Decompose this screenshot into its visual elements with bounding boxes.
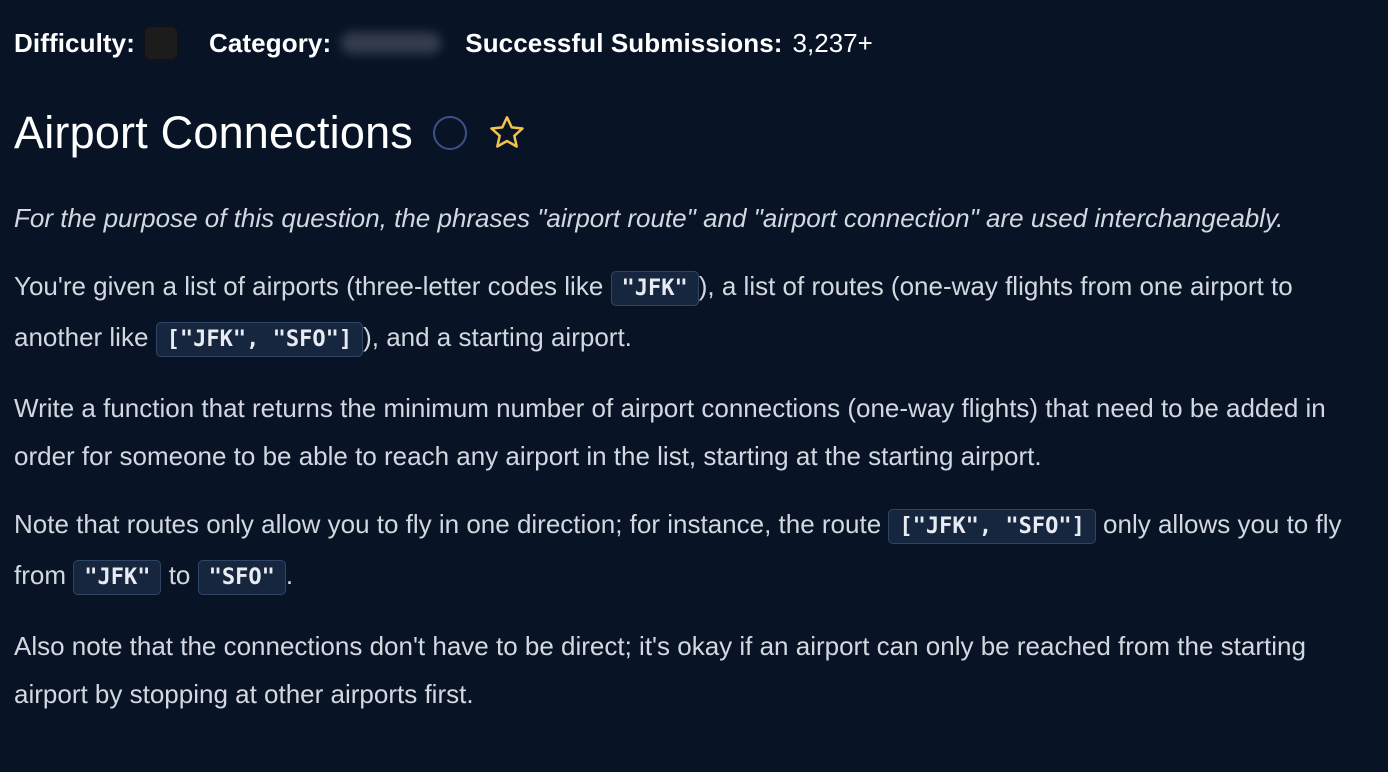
difficulty-indicator — [144, 27, 177, 59]
page-title: Airport Connections — [14, 107, 414, 158]
description-paragraph-direction: Note that routes only allow you to fly i… — [14, 500, 1374, 602]
title-row: Airport Connections — [14, 102, 527, 164]
favorite-star-icon[interactable] — [487, 113, 527, 153]
completion-status-icon[interactable] — [433, 116, 468, 150]
submissions-value: 3,237+ — [792, 27, 873, 58]
problem-meta-bar: Difficulty: Category: Successful Submiss… — [14, 26, 873, 60]
text-segment: to — [161, 560, 198, 590]
code-origin-airport: "JFK" — [73, 560, 162, 595]
code-route-example: ["JFK", "SFO"] — [888, 509, 1096, 544]
intro-note: For the purpose of this question, the ph… — [14, 203, 1284, 233]
text-segment: ), and a starting airport. — [363, 322, 632, 352]
difficulty-label: Difficulty: — [14, 27, 135, 58]
category-value-blurred — [341, 32, 442, 54]
problem-description: For the purpose of this question, the ph… — [14, 194, 1374, 738]
text-segment: . — [285, 560, 294, 590]
category-label: Category: — [208, 27, 332, 58]
description-paragraph-task: Write a function that returns the minimu… — [14, 393, 1326, 471]
description-paragraph-indirect: Also note that the connections don't hav… — [14, 631, 1306, 709]
description-paragraph-routes: You're given a list of airports (three-l… — [14, 262, 1374, 364]
code-airport-example: "JFK" — [610, 271, 699, 306]
text-segment: You're given a list of airports (three-l… — [14, 271, 611, 301]
code-destination-airport: "SFO" — [197, 560, 286, 595]
submissions-label: Successful Submissions: — [465, 27, 783, 58]
code-route-example: ["JFK", "SFO"] — [155, 322, 364, 357]
text-segment: Note that routes only allow you to fly i… — [14, 509, 889, 539]
